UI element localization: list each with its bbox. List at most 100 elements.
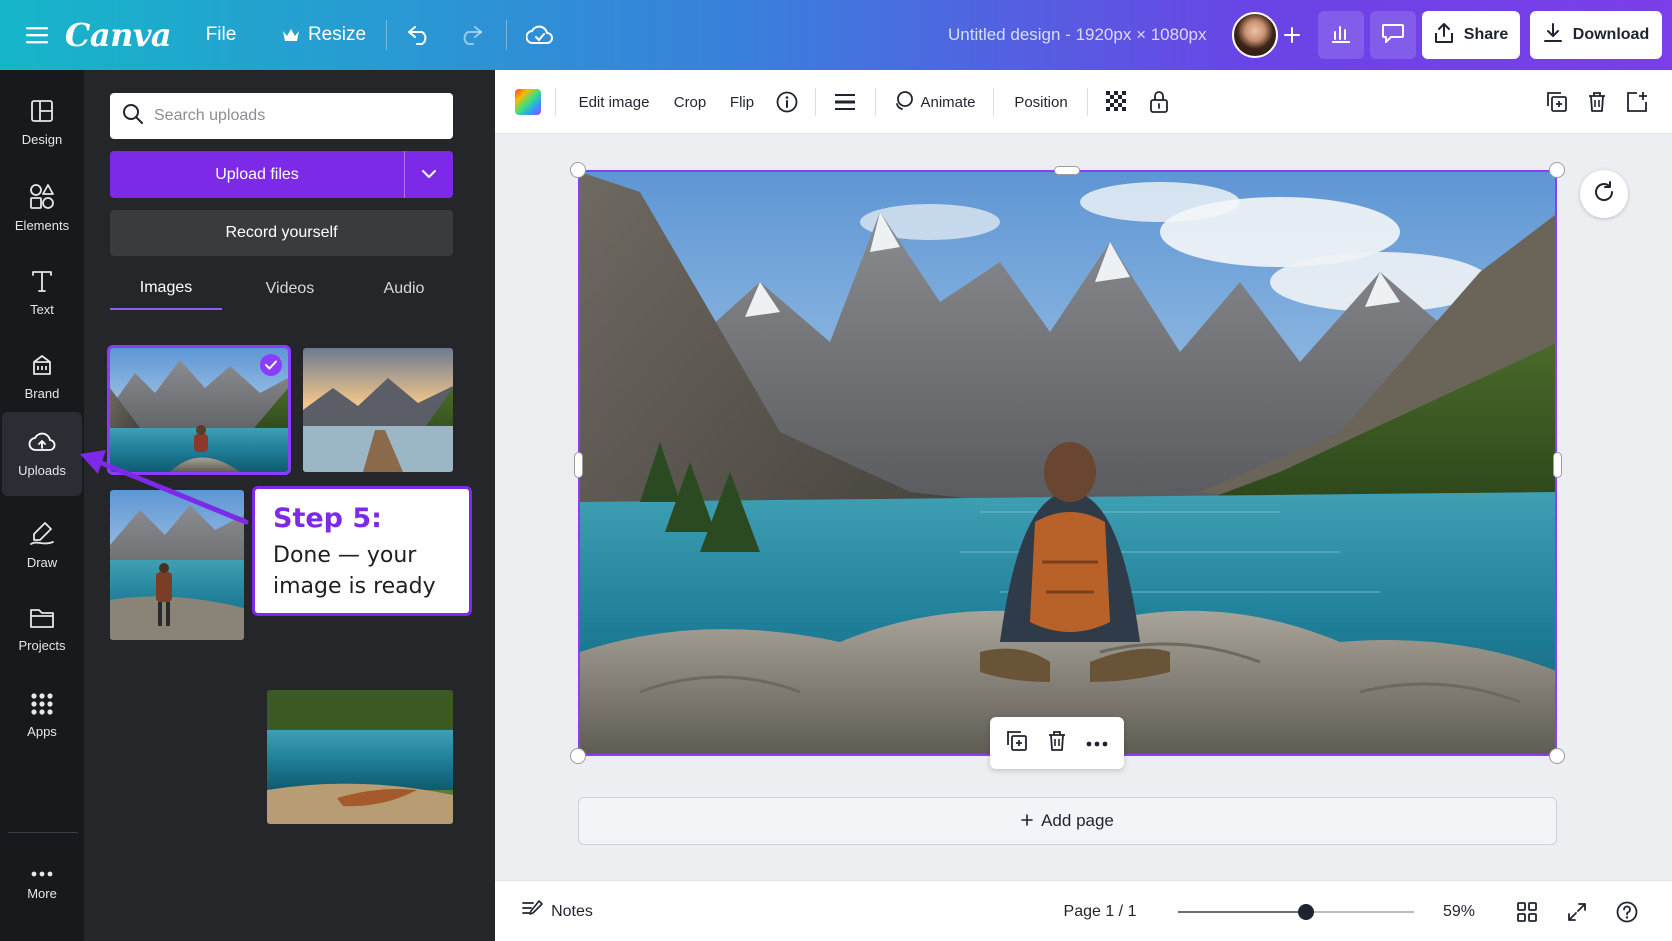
draw-icon	[29, 520, 55, 549]
thumbnail-image	[303, 348, 453, 472]
transparency-icon[interactable]	[1097, 70, 1137, 134]
rail-item-apps[interactable]: Apps	[0, 675, 84, 757]
fullscreen-icon[interactable]	[1557, 881, 1597, 941]
animate-icon	[894, 90, 914, 114]
thumbnail-image	[267, 690, 453, 824]
resize-handle[interactable]	[1054, 166, 1080, 175]
callout-body: Done — your image is ready	[273, 540, 451, 602]
divider	[555, 88, 556, 116]
callout-title: Step 5:	[273, 503, 382, 534]
rail-item-projects[interactable]: Projects	[0, 589, 84, 671]
add-page-button[interactable]: Add page	[578, 797, 1557, 845]
comments-button[interactable]	[1370, 11, 1416, 59]
redo-icon[interactable]	[456, 0, 486, 70]
lock-icon[interactable]	[1139, 70, 1179, 134]
info-icon[interactable]	[767, 70, 807, 134]
zoom-slider-knob[interactable]	[1298, 904, 1315, 920]
grid-view-icon[interactable]	[1507, 881, 1547, 941]
rail-item-more[interactable]: More	[0, 842, 84, 924]
tab-audio[interactable]: Audio	[348, 268, 460, 310]
edit-image-button[interactable]: Edit image	[569, 70, 659, 134]
tab-videos[interactable]: Videos	[234, 268, 346, 310]
rail-item-label: Apps	[27, 724, 57, 739]
rail-item-label: Draw	[26, 555, 58, 570]
zoom-level[interactable]: 59%	[1431, 881, 1487, 941]
divider	[1087, 88, 1088, 116]
menu-icon[interactable]	[22, 0, 52, 70]
search-input[interactable]	[154, 107, 444, 125]
cloud-saved-icon[interactable]	[524, 0, 556, 70]
more-options-icon[interactable]	[1086, 734, 1108, 752]
chevron-down-icon	[422, 166, 436, 184]
crop-button[interactable]: Crop	[665, 70, 715, 134]
file-menu[interactable]: File	[196, 0, 246, 70]
resize-handle[interactable]	[1549, 162, 1565, 178]
divider	[386, 20, 387, 50]
comment-icon	[1381, 22, 1405, 49]
apps-grid-icon	[31, 693, 53, 718]
resize-handle[interactable]	[570, 748, 586, 764]
canva-logo[interactable]: Canva	[65, 0, 172, 70]
rotate-button[interactable]	[1580, 170, 1628, 218]
duplicate-icon[interactable]	[1537, 70, 1577, 134]
download-button[interactable]: Download	[1530, 11, 1662, 59]
rail-item-uploads[interactable]: Uploads	[2, 412, 82, 496]
trash-icon[interactable]	[1047, 730, 1067, 757]
search-box[interactable]	[110, 93, 453, 139]
color-swatch[interactable]	[515, 89, 541, 115]
bar-chart-icon	[1330, 23, 1352, 48]
animate-button[interactable]: Animate	[885, 70, 985, 134]
text-icon	[30, 269, 54, 296]
record-yourself-button[interactable]: Record yourself	[110, 210, 453, 256]
insights-button[interactable]	[1318, 11, 1364, 59]
add-collaborator-icon[interactable]	[1280, 0, 1304, 70]
add-page-label: Add page	[1041, 811, 1114, 830]
resize-button[interactable]: Resize	[274, 0, 374, 70]
undo-icon[interactable]	[404, 0, 434, 70]
upload-files-label[interactable]: Upload files	[110, 151, 404, 198]
upload-files-button[interactable]: Upload files	[110, 151, 453, 198]
resize-handle[interactable]	[1549, 748, 1565, 764]
help-icon[interactable]	[1607, 881, 1647, 941]
resize-handle[interactable]	[570, 162, 586, 178]
design-icon	[30, 99, 54, 126]
bottom-bar: Notes Page 1 / 1 59%	[495, 880, 1672, 941]
divider	[993, 88, 994, 116]
user-avatar[interactable]	[1232, 12, 1278, 58]
rail-item-label: Design	[21, 132, 63, 147]
resize-handle[interactable]	[574, 452, 583, 478]
upload-thumbnail[interactable]	[303, 348, 453, 472]
share-button[interactable]: Share	[1422, 11, 1520, 59]
rail-item-brand[interactable]: Brand	[0, 336, 84, 418]
resize-handle[interactable]	[1553, 452, 1562, 478]
rail-divider	[8, 832, 78, 833]
notes-button[interactable]: Notes	[517, 881, 597, 941]
rail-item-draw[interactable]: Draw	[0, 504, 84, 586]
page-indicator[interactable]: Page 1 / 1	[1055, 881, 1145, 941]
border-style-icon[interactable]	[825, 70, 865, 134]
document-title[interactable]: Untitled design - 1920px × 1080px	[948, 0, 1207, 70]
rail-item-label: More	[27, 886, 57, 901]
zoom-slider[interactable]	[1178, 904, 1414, 920]
trash-icon[interactable]	[1577, 70, 1617, 134]
notes-icon	[521, 899, 543, 924]
animate-label: Animate	[920, 93, 976, 111]
upload-options-dropdown[interactable]	[404, 151, 453, 198]
flip-button[interactable]: Flip	[721, 70, 763, 134]
share-label: Share	[1463, 26, 1509, 43]
rail-item-text[interactable]: Text	[0, 252, 84, 334]
tab-images[interactable]: Images	[110, 268, 222, 310]
duplicate-icon[interactable]	[1006, 730, 1028, 757]
annotation-arrow	[80, 450, 249, 525]
rail-item-label: Text	[30, 302, 54, 317]
design-page[interactable]	[578, 170, 1557, 756]
step-callout: Step 5: Done — your image is ready	[252, 486, 472, 616]
rail-item-elements[interactable]: Elements	[0, 167, 84, 249]
upload-thumbnail[interactable]	[267, 690, 453, 824]
left-rail: Design Elements Text Brand Uploads Draw	[0, 70, 84, 941]
rail-item-design[interactable]: Design	[0, 82, 84, 164]
position-button[interactable]: Position	[1003, 70, 1079, 134]
add-element-icon[interactable]	[1617, 70, 1657, 134]
share-icon	[1434, 22, 1454, 49]
rail-item-label: Uploads	[18, 463, 66, 478]
